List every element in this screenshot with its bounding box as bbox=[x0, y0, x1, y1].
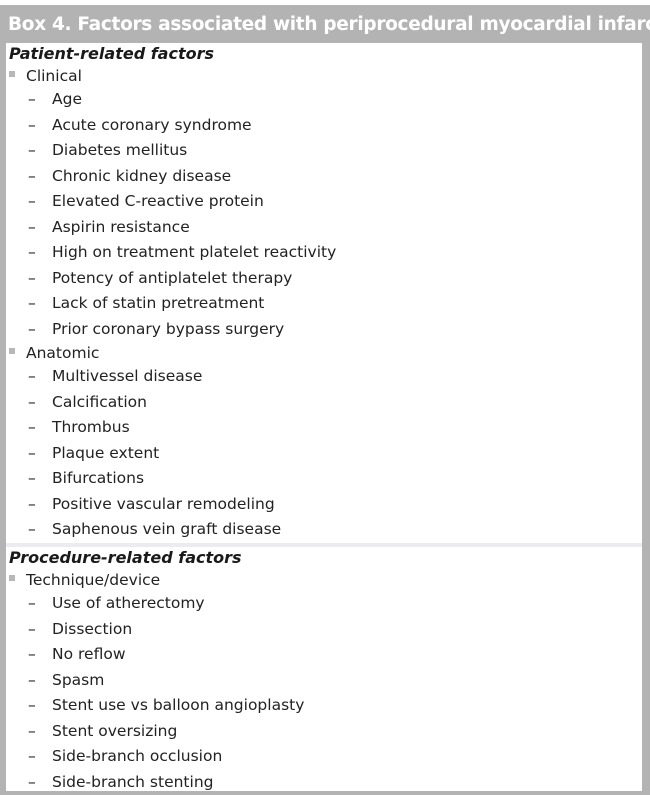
item-text: High on treatment platelet reactivity bbox=[52, 243, 337, 261]
dash-icon: – bbox=[28, 747, 36, 765]
square-bullet-icon bbox=[9, 70, 15, 77]
item-text: Acute coronary syndrome bbox=[52, 115, 252, 134]
dash-icon: – bbox=[28, 217, 36, 236]
dash-icon: – bbox=[28, 645, 36, 663]
item-text: Chronic kidney disease bbox=[52, 166, 232, 185]
list-item: – Stent oversizing bbox=[6, 719, 642, 745]
item-text: Positive vascular remodeling bbox=[52, 494, 275, 513]
category-label: Technique/device bbox=[26, 571, 161, 589]
factors-box: Box 4. Factors associated with periproce… bbox=[0, 5, 650, 795]
dash-icon: – bbox=[28, 367, 36, 385]
list-item: – Thrombus bbox=[6, 415, 642, 441]
category-label: Clinical bbox=[26, 67, 82, 85]
dash-icon: – bbox=[28, 469, 36, 487]
list-item: – Prior coronary bypass surgery bbox=[6, 317, 642, 343]
dash-icon: – bbox=[28, 319, 36, 338]
item-text: Diabetes mellitus bbox=[52, 141, 188, 159]
item-text: Potency of antiplatelet therapy bbox=[52, 268, 293, 287]
dash-icon: – bbox=[28, 115, 36, 134]
dash-icon: – bbox=[28, 594, 36, 612]
dash-icon: – bbox=[28, 192, 36, 210]
section-patient-related: Patient-related factors Clinical – Age – A… bbox=[6, 43, 642, 543]
square-bullet-icon bbox=[9, 574, 15, 581]
item-text: Thrombus bbox=[52, 418, 130, 436]
dash-icon: – bbox=[28, 268, 36, 287]
dash-icon: – bbox=[28, 721, 36, 740]
square-bullet-icon bbox=[9, 347, 15, 354]
item-text: Spasm bbox=[52, 670, 105, 689]
item-text: Side-branch stenting bbox=[52, 772, 214, 791]
list-item: – Diabetes mellitus bbox=[6, 138, 642, 164]
dash-icon: – bbox=[28, 141, 36, 159]
list-item: – Acute coronary syndrome bbox=[6, 113, 642, 139]
list-item: – Aspirin resistance bbox=[6, 215, 642, 241]
list-item: – High on treatment platelet reactivity bbox=[6, 240, 642, 266]
item-text: Calcification bbox=[52, 392, 147, 411]
item-text: Prior coronary bypass surgery bbox=[52, 319, 285, 338]
section-procedure-related: Procedure-related factors Technique/devi… bbox=[6, 547, 642, 791]
list-item: – Saphenous vein graft disease bbox=[6, 517, 642, 543]
section-title: Procedure-related factors bbox=[9, 548, 242, 567]
item-text: Age bbox=[52, 90, 82, 108]
dash-icon: – bbox=[28, 520, 36, 538]
dash-icon: – bbox=[28, 772, 36, 791]
list-item: – Elevated C-reactive protein bbox=[6, 189, 642, 215]
list-item: – Lack of statin pretreatment bbox=[6, 291, 642, 317]
item-text: Stent use vs balloon angioplasty bbox=[52, 696, 305, 714]
list-item: – No reflow bbox=[6, 642, 642, 668]
item-text: Stent oversizing bbox=[52, 721, 178, 740]
item-text: Plaque extent bbox=[52, 443, 160, 462]
item-text: Saphenous vein graft disease bbox=[52, 520, 282, 538]
item-text: Multivessel disease bbox=[52, 367, 203, 385]
list-item: – Multivessel disease bbox=[6, 364, 642, 390]
list-item: – Side-branch stenting bbox=[6, 770, 642, 795]
list-item: – Dissection bbox=[6, 617, 642, 643]
item-text: No reflow bbox=[52, 645, 126, 663]
list-item: – Potency of antiplatelet therapy bbox=[6, 266, 642, 292]
box-title: Box 4. Factors associated with periproce… bbox=[8, 14, 650, 35]
item-text: Elevated C-reactive protein bbox=[52, 192, 264, 210]
item-text: Aspirin resistance bbox=[52, 217, 190, 236]
category-clinical: Clinical bbox=[6, 65, 642, 87]
list-item: – Spasm bbox=[6, 668, 642, 694]
dash-icon: – bbox=[28, 90, 36, 108]
item-text: Lack of statin pretreatment bbox=[52, 294, 265, 312]
item-text: Dissection bbox=[52, 619, 133, 638]
list-item: – Plaque extent bbox=[6, 441, 642, 467]
category-label: Anatomic bbox=[26, 344, 100, 362]
list-item: – Age bbox=[6, 87, 642, 113]
dash-icon: – bbox=[28, 443, 36, 462]
category-anatomic: Anatomic bbox=[6, 342, 642, 364]
dash-icon: – bbox=[28, 392, 36, 411]
dash-icon: – bbox=[28, 166, 36, 185]
list-item: – Stent use vs balloon angioplasty bbox=[6, 693, 642, 719]
category-technique-device: Technique/device bbox=[6, 569, 642, 591]
list-item: – Calcification bbox=[6, 390, 642, 416]
item-text: Side-branch occlusion bbox=[52, 747, 223, 765]
item-text: Use of atherectomy bbox=[52, 594, 205, 612]
dash-icon: – bbox=[28, 418, 36, 436]
dash-icon: – bbox=[28, 494, 36, 513]
list-item: – Chronic kidney disease bbox=[6, 164, 642, 190]
list-item: – Bifurcations bbox=[6, 466, 642, 492]
item-text: Bifurcations bbox=[52, 469, 145, 487]
list-item: – Positive vascular remodeling bbox=[6, 492, 642, 518]
dash-icon: – bbox=[28, 294, 36, 312]
dash-icon: – bbox=[28, 619, 36, 638]
dash-icon: – bbox=[28, 670, 36, 689]
section-title: Patient-related factors bbox=[9, 44, 215, 63]
dash-icon: – bbox=[28, 243, 36, 261]
list-item: – Side-branch occlusion bbox=[6, 744, 642, 770]
dash-icon: – bbox=[28, 696, 36, 714]
list-item: – Use of atherectomy bbox=[6, 591, 642, 617]
